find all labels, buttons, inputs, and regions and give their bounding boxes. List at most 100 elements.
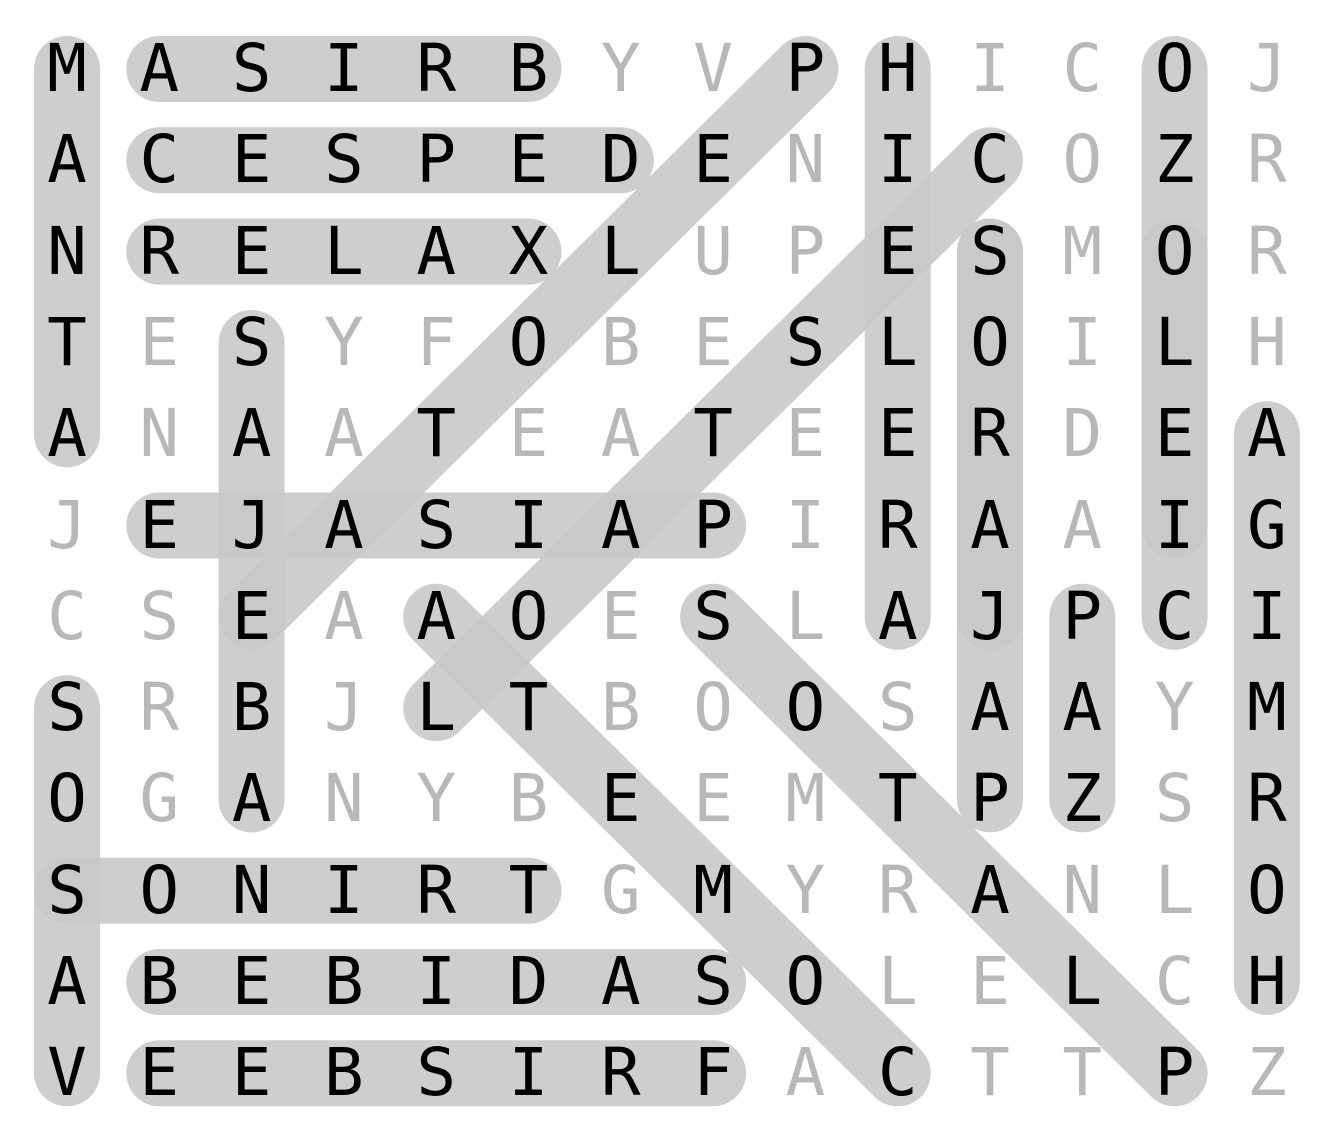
letter-cell-r4-c2[interactable]: A (206, 388, 298, 480)
letter-cell-r7-c10[interactable]: A (944, 662, 1036, 754)
letter-cell-r1-c12[interactable]: Z (1129, 114, 1221, 206)
letter-cell-r8-c3[interactable]: N (298, 753, 390, 845)
letter-cell-r3-c10[interactable]: O (944, 297, 1036, 389)
letter-cell-r6-c7[interactable]: S (667, 571, 759, 663)
letter-cell-r10-c13[interactable]: H (1221, 936, 1313, 1028)
letter-cell-r4-c13[interactable]: A (1221, 388, 1313, 480)
letter-cell-r8-c9[interactable]: T (852, 753, 944, 845)
letter-cell-r3-c0[interactable]: T (21, 297, 113, 389)
letter-cell-r11-c1[interactable]: E (113, 1027, 205, 1119)
letter-cell-r1-c10[interactable]: C (944, 114, 1036, 206)
letter-cell-r2-c7[interactable]: U (667, 206, 759, 298)
letter-cell-r0-c9[interactable]: H (852, 23, 944, 115)
letter-cell-r8-c7[interactable]: E (667, 753, 759, 845)
letter-cell-r8-c11[interactable]: Z (1036, 753, 1128, 845)
letter-cell-r5-c13[interactable]: G (1221, 480, 1313, 572)
letter-cell-r9-c9[interactable]: R (852, 845, 944, 937)
letter-cell-r3-c8[interactable]: S (759, 297, 851, 389)
letter-cell-r2-c6[interactable]: L (575, 206, 667, 298)
letter-cell-r3-c5[interactable]: O (483, 297, 575, 389)
letter-cell-r11-c10[interactable]: T (944, 1027, 1036, 1119)
letter-cell-r11-c7[interactable]: F (667, 1027, 759, 1119)
letter-cell-r6-c10[interactable]: J (944, 571, 1036, 663)
letter-cell-r11-c2[interactable]: E (206, 1027, 298, 1119)
letter-cell-r10-c1[interactable]: B (113, 936, 205, 1028)
letter-cell-r2-c1[interactable]: R (113, 206, 205, 298)
letter-cell-r9-c11[interactable]: N (1036, 845, 1128, 937)
letter-cell-r8-c5[interactable]: B (483, 753, 575, 845)
letter-cell-r1-c6[interactable]: D (575, 114, 667, 206)
letter-cell-r7-c2[interactable]: B (206, 662, 298, 754)
letter-cell-r9-c1[interactable]: O (113, 845, 205, 937)
letter-cell-r1-c4[interactable]: P (390, 114, 482, 206)
letter-cell-r5-c1[interactable]: E (113, 480, 205, 572)
letter-cell-r5-c9[interactable]: R (852, 480, 944, 572)
letter-cell-r2-c0[interactable]: N (21, 206, 113, 298)
letter-cell-r8-c4[interactable]: Y (390, 753, 482, 845)
letter-cell-r5-c6[interactable]: A (575, 480, 667, 572)
letter-cell-r10-c3[interactable]: B (298, 936, 390, 1028)
letter-cell-r11-c3[interactable]: B (298, 1027, 390, 1119)
letter-cell-r10-c11[interactable]: L (1036, 936, 1128, 1028)
letter-cell-r5-c4[interactable]: S (390, 480, 482, 572)
letter-cell-r7-c12[interactable]: Y (1129, 662, 1221, 754)
letter-cell-r1-c1[interactable]: C (113, 114, 205, 206)
letter-cell-r5-c0[interactable]: J (21, 480, 113, 572)
letter-cell-r3-c2[interactable]: S (206, 297, 298, 389)
letter-cell-r6-c2[interactable]: E (206, 571, 298, 663)
letter-cell-r10-c2[interactable]: E (206, 936, 298, 1028)
letter-cell-r8-c0[interactable]: O (21, 753, 113, 845)
letter-cell-r7-c5[interactable]: T (483, 662, 575, 754)
letter-cell-r2-c2[interactable]: E (206, 206, 298, 298)
letter-cell-r1-c2[interactable]: E (206, 114, 298, 206)
letter-cell-r4-c8[interactable]: E (759, 388, 851, 480)
letter-cell-r2-c12[interactable]: O (1129, 206, 1221, 298)
letter-cell-r9-c3[interactable]: I (298, 845, 390, 937)
letter-cell-r11-c6[interactable]: R (575, 1027, 667, 1119)
letter-cell-r4-c10[interactable]: R (944, 388, 1036, 480)
letter-cell-r6-c4[interactable]: A (390, 571, 482, 663)
letter-cell-r8-c1[interactable]: G (113, 753, 205, 845)
letter-cell-r2-c4[interactable]: A (390, 206, 482, 298)
letter-cell-r11-c9[interactable]: C (852, 1027, 944, 1119)
letter-cell-r5-c7[interactable]: P (667, 480, 759, 572)
letter-cell-r1-c7[interactable]: E (667, 114, 759, 206)
letter-cell-r10-c0[interactable]: A (21, 936, 113, 1028)
letter-cell-r8-c12[interactable]: S (1129, 753, 1221, 845)
letter-cell-r4-c1[interactable]: N (113, 388, 205, 480)
letter-cell-r2-c10[interactable]: S (944, 206, 1036, 298)
letter-cell-r6-c8[interactable]: L (759, 571, 851, 663)
letter-cell-r3-c12[interactable]: L (1129, 297, 1221, 389)
letter-cell-r1-c13[interactable]: R (1221, 114, 1313, 206)
letter-cell-r4-c0[interactable]: A (21, 388, 113, 480)
letter-cell-r4-c4[interactable]: T (390, 388, 482, 480)
letter-cell-r5-c10[interactable]: A (944, 480, 1036, 572)
letter-cell-r7-c6[interactable]: B (575, 662, 667, 754)
letter-cell-r7-c3[interactable]: J (298, 662, 390, 754)
letter-cell-r6-c0[interactable]: C (21, 571, 113, 663)
letter-cell-r7-c0[interactable]: S (21, 662, 113, 754)
letter-cell-r1-c0[interactable]: A (21, 114, 113, 206)
letter-cell-r1-c3[interactable]: S (298, 114, 390, 206)
letter-cell-r9-c6[interactable]: G (575, 845, 667, 937)
letter-cell-r6-c3[interactable]: A (298, 571, 390, 663)
letter-cell-r8-c10[interactable]: P (944, 753, 1036, 845)
letter-cell-r9-c12[interactable]: L (1129, 845, 1221, 937)
letter-cell-r4-c7[interactable]: T (667, 388, 759, 480)
letter-cell-r5-c11[interactable]: A (1036, 480, 1128, 572)
letter-cell-r2-c9[interactable]: E (852, 206, 944, 298)
letter-cell-r1-c5[interactable]: E (483, 114, 575, 206)
letter-cell-r2-c11[interactable]: M (1036, 206, 1128, 298)
letter-cell-r11-c13[interactable]: Z (1221, 1027, 1313, 1119)
letter-cell-r0-c10[interactable]: I (944, 23, 1036, 115)
letter-cell-r6-c6[interactable]: E (575, 571, 667, 663)
letter-cell-r2-c13[interactable]: R (1221, 206, 1313, 298)
letter-cell-r10-c9[interactable]: L (852, 936, 944, 1028)
letter-cell-r0-c5[interactable]: B (483, 23, 575, 115)
letter-cell-r9-c0[interactable]: S (21, 845, 113, 937)
letter-cell-r10-c10[interactable]: E (944, 936, 1036, 1028)
letter-cell-r0-c8[interactable]: P (759, 23, 851, 115)
letter-cell-r3-c4[interactable]: F (390, 297, 482, 389)
letter-cell-r1-c8[interactable]: N (759, 114, 851, 206)
letter-cell-r0-c6[interactable]: Y (575, 23, 667, 115)
